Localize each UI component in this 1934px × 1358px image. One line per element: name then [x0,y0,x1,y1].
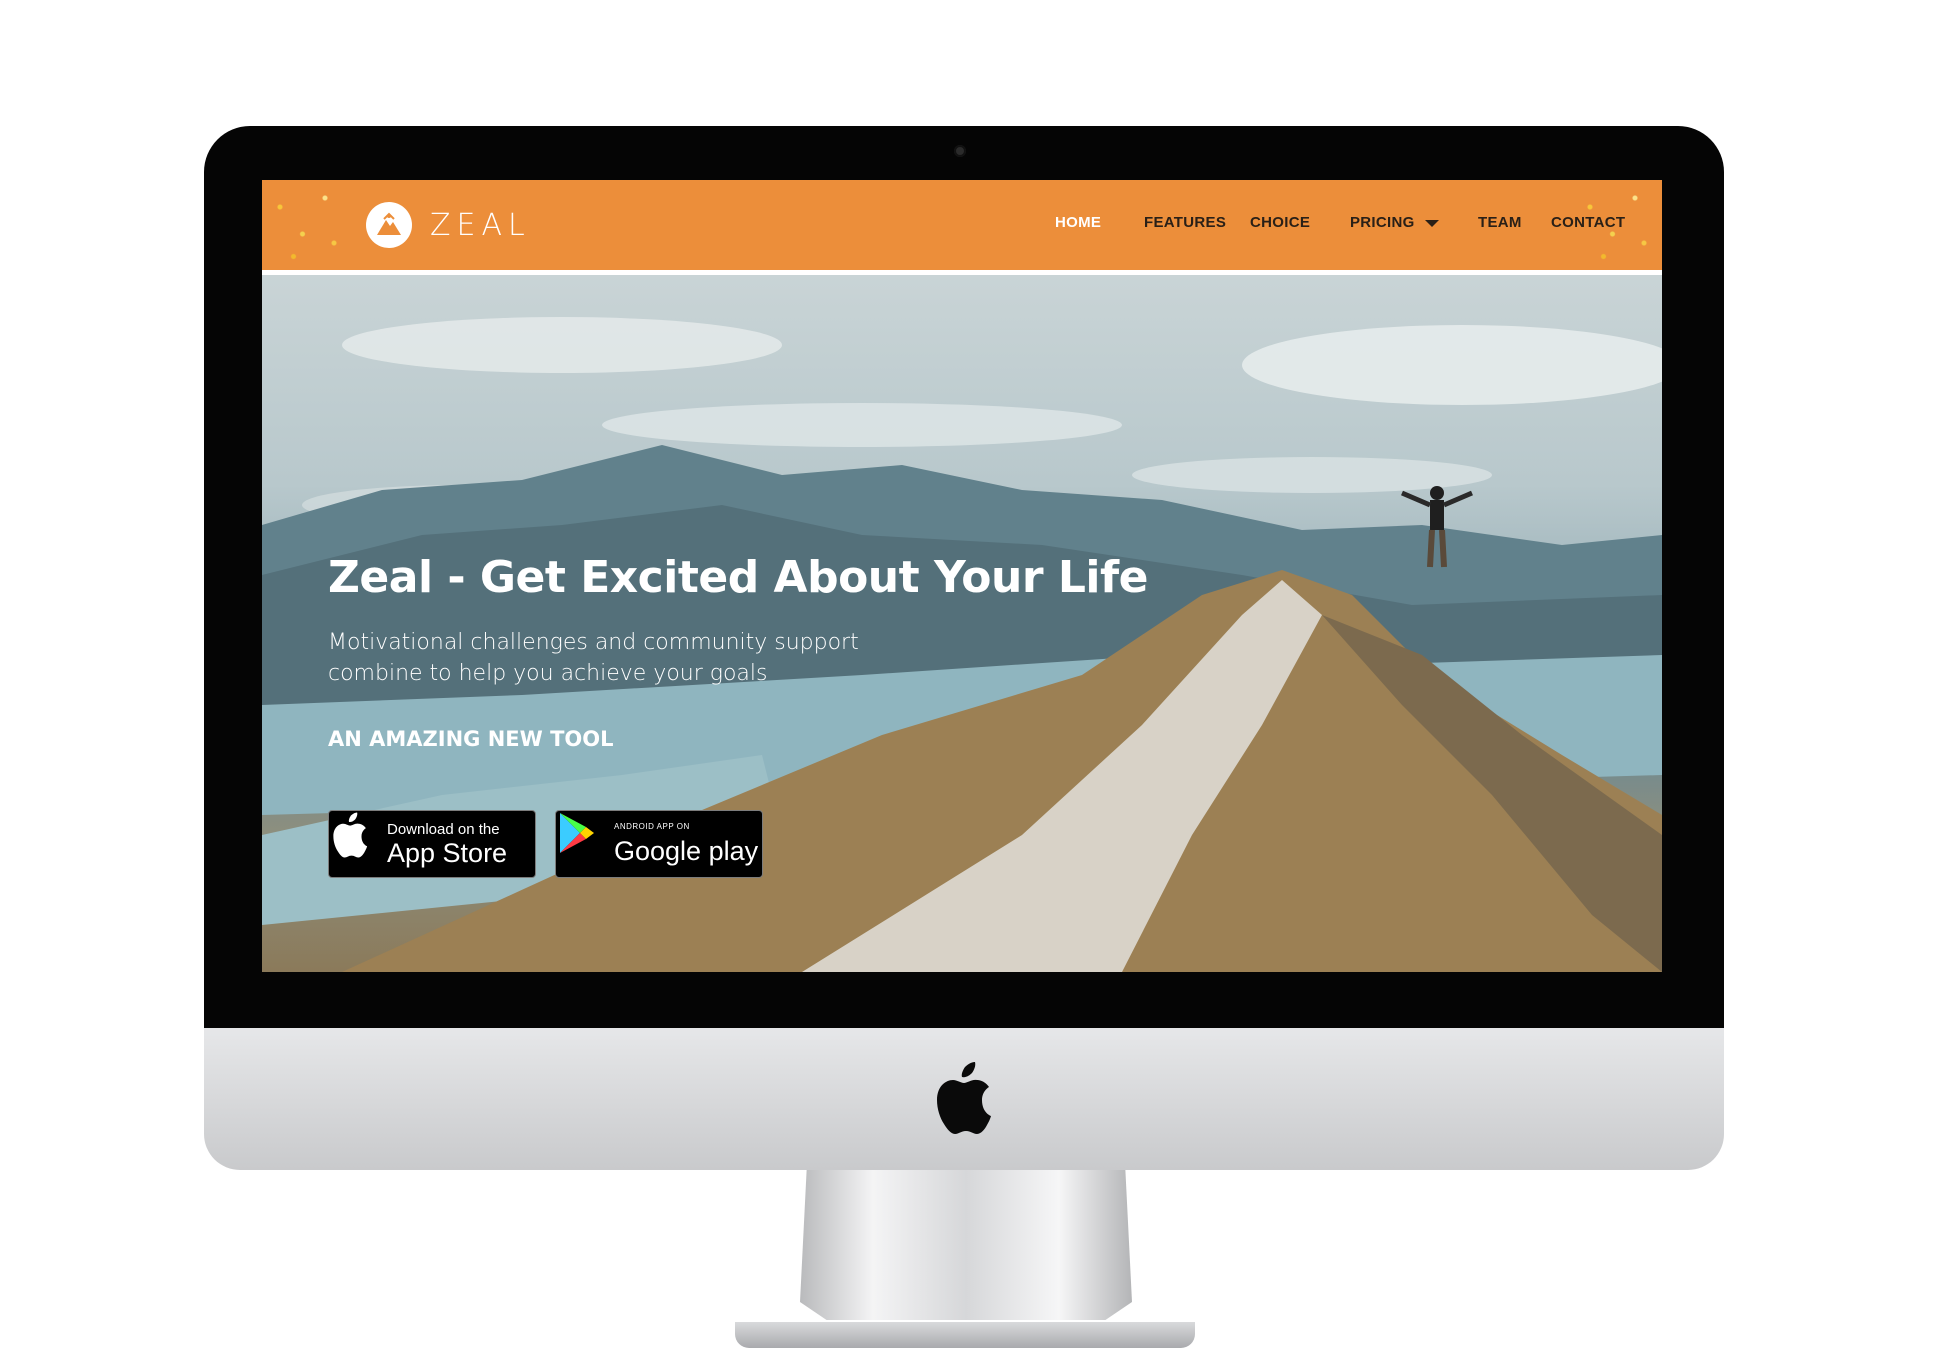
caret-down-icon [1424,219,1439,227]
nav-team[interactable]: TEAM [1478,214,1522,231]
badge-small-text: ANDROID APP ON [614,822,690,831]
hero-section: Zeal - Get Excited About Your Life Motiv… [262,275,1662,972]
badge-big-text: App Store [387,837,508,868]
hero-subtitle-line: combine to help you achieve your goals [328,661,768,686]
nav-choice[interactable]: CHOICE [1250,214,1310,231]
google-play-badge[interactable]: ANDROID APP ON Google play [555,810,763,878]
nav-pricing[interactable]: PRICING [1350,214,1439,231]
hero-title: Zeal - Get Excited About Your Life [328,552,1148,603]
badge-big-text: Google play [614,836,759,866]
apple-icon [333,812,368,858]
apple-icon [937,1062,991,1134]
hero-subtitle: Motivational challenges and community su… [328,627,888,689]
camera-icon [954,145,966,157]
monitor-stand-base [735,1322,1195,1348]
nav-contact[interactable]: CONTACT [1551,214,1625,231]
navbar: ZEAL HOME FEATURES CHOICE PRICING TEAM C… [262,180,1662,275]
nav-pricing-label: PRICING [1350,214,1415,231]
hero-subtitle-line: Motivational challenges and community su… [328,630,859,655]
nav-features[interactable]: FEATURES [1144,214,1226,231]
main-nav: HOME FEATURES CHOICE PRICING TEAM CONTAC… [262,180,1662,270]
badge-small-text: Download on the [387,820,500,838]
nav-home[interactable]: HOME [1055,214,1101,231]
monitor-stand [800,1170,1132,1320]
app-store-badge[interactable]: Download on the App Store [328,810,536,878]
google-play-icon [560,813,594,853]
hero-tagline: AN AMAZING NEW TOOL [328,727,614,751]
screen: ZEAL HOME FEATURES CHOICE PRICING TEAM C… [262,180,1662,972]
